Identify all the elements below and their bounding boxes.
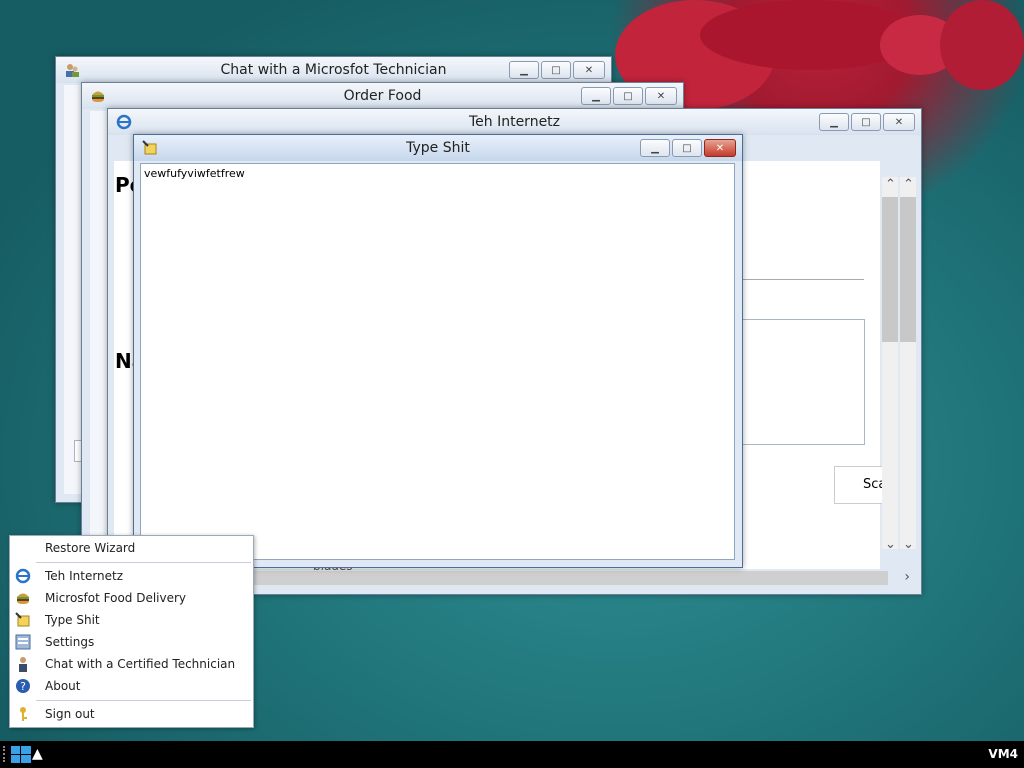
type-window[interactable]: Type Shit ▁ □ ✕ vewfufyviwfetfrew [133,134,743,568]
key-icon [20,707,27,721]
menu-item-label: Microsfot Food Delivery [45,591,187,605]
svg-text:?: ? [20,680,26,693]
divider [724,279,864,280]
scroll-down-icon[interactable]: ⌄ [885,537,896,552]
menu-separator [36,700,251,701]
menu-item-label: Teh Internetz [45,569,124,583]
technician-icon [19,657,27,672]
menu-item-label: Settings [45,635,95,649]
scroll-up-icon[interactable]: ⌃ [885,177,896,192]
minimize-icon: ▁ [830,116,838,128]
textarea-field[interactable] [734,319,865,445]
scroll-thumb[interactable] [900,197,916,342]
scroll-thumb[interactable] [882,197,898,342]
minimize-icon: ▁ [592,90,600,102]
close-icon: ✕ [656,90,666,102]
maximize-icon: □ [682,142,692,154]
menu-item-label: About [45,679,81,693]
menu-item-label: Restore Wizard [45,541,136,555]
maximize-button[interactable]: □ [613,87,643,105]
start-menu: Restore Wizard Teh Internetz Microsfot F… [9,535,254,728]
notepad-icon [15,612,30,627]
taskbar: ▲ VM4 [0,741,1024,768]
minimize-icon: ▁ [651,142,659,154]
vertical-scrollbar[interactable]: ⌃ ⌄ [900,177,916,552]
menu-item-sign-out[interactable]: Sign out [10,703,253,725]
menu-item-chat-technician[interactable]: Chat with a Certified Technician [10,653,253,675]
close-button[interactable]: ✕ [704,139,736,157]
menu-item-label: Type Shit [45,613,100,627]
minimize-button[interactable]: ▁ [640,139,670,157]
titlebar[interactable]: Teh Internetz ▁ □ ✕ [108,109,921,135]
menu-item-type-shit[interactable]: Type Shit [10,609,253,631]
flower-petal [940,0,1024,90]
start-button[interactable] [10,745,32,764]
menu-separator [36,562,251,563]
burger-icon [17,593,29,604]
editor-text: vewfufyviwfetfrew [144,167,245,180]
close-button[interactable]: ✕ [645,87,677,105]
maximize-icon: □ [551,64,561,76]
close-button[interactable]: ✕ [883,113,915,131]
text-editor[interactable]: vewfufyviwfetfrew [140,163,735,560]
window-title: Teh Internetz [468,114,561,130]
maximize-icon: □ [861,116,871,128]
machine-label: VM4 [988,747,1018,761]
taskbar-grip [3,746,7,762]
menu-item-label: Chat with a Certified Technician [45,657,236,671]
close-button[interactable]: ✕ [573,61,605,79]
titlebar[interactable]: Order Food ▁ □ ✕ [82,83,683,109]
minimize-button[interactable]: ▁ [819,113,849,131]
horizontal-scrollbar[interactable]: › [238,569,910,585]
titlebar[interactable]: Type Shit ▁ □ ✕ [134,135,742,161]
menu-item-teh-internetz[interactable]: Teh Internetz [10,565,253,587]
mouse-cursor-icon: ▲ [32,746,43,762]
menu-item-label: Sign out [45,707,95,721]
maximize-button[interactable]: □ [851,113,881,131]
titlebar[interactable]: Chat with a Microsfot Technician ▁ □ ✕ [56,57,611,83]
vertical-scrollbar[interactable]: ⌃ ⌄ [882,177,898,552]
close-icon: ✕ [584,64,594,76]
maximize-button[interactable]: □ [541,61,571,79]
minimize-button[interactable]: ▁ [581,87,611,105]
windows-logo-icon [11,746,31,763]
close-icon: ✕ [715,142,725,154]
scroll-right-icon[interactable]: › [904,569,910,585]
help-icon: ? [16,679,30,693]
minimize-icon: ▁ [520,64,528,76]
minimize-button[interactable]: ▁ [509,61,539,79]
close-icon: ✕ [894,116,904,128]
maximize-button[interactable]: □ [672,139,702,157]
menu-item-restore-wizard[interactable]: Restore Wizard [10,537,253,559]
settings-icon [15,634,31,650]
menu-item-settings[interactable]: Settings [10,631,253,653]
ie-icon [15,568,31,584]
menu-item-food-delivery[interactable]: Microsfot Food Delivery [10,587,253,609]
scroll-up-icon[interactable]: ⌃ [903,177,914,192]
maximize-icon: □ [623,90,633,102]
scroll-down-icon[interactable]: ⌄ [903,537,914,552]
menu-item-about[interactable]: ? About [10,675,253,697]
